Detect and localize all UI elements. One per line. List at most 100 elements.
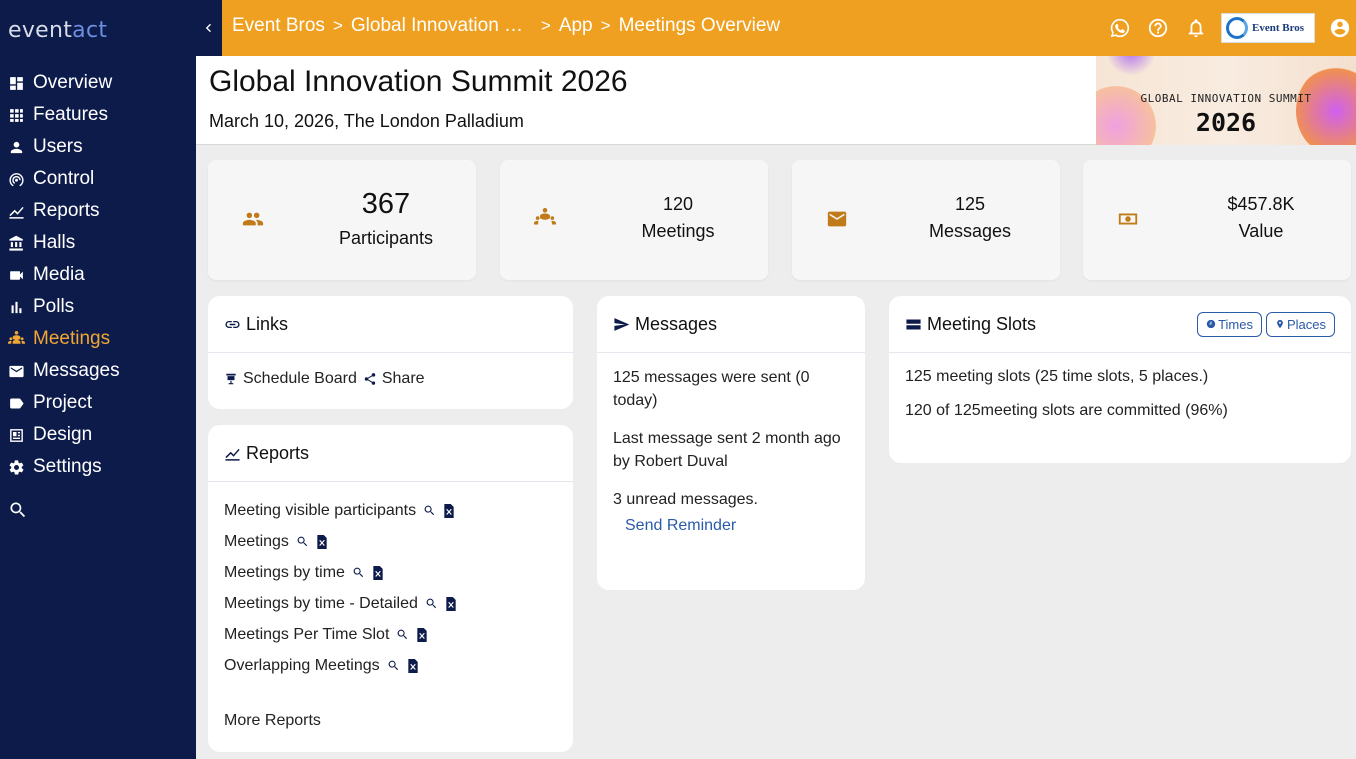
- search-icon[interactable]: [425, 597, 438, 610]
- excel-icon[interactable]: [407, 658, 419, 673]
- stat-label: Participants: [338, 228, 434, 248]
- more-reports-link[interactable]: More Reports: [224, 712, 557, 730]
- stat-value: 120: [662, 194, 694, 214]
- sidebar-item-project[interactable]: Project: [0, 387, 196, 419]
- sidebar-item-meetings[interactable]: Meetings: [0, 323, 196, 355]
- top-actions: Event Bros: [1101, 0, 1356, 56]
- board-icon: [226, 373, 236, 385]
- chevron-left-icon: [205, 23, 211, 33]
- broadcast-icon: [8, 171, 25, 188]
- pin-icon: [1277, 319, 1283, 329]
- reports-panel: Reports Meeting visible participants Mee…: [208, 425, 573, 752]
- search-icon[interactable]: [352, 566, 365, 579]
- sidebar-nav: Overview Features Users Control Reports …: [0, 67, 196, 483]
- sidebar-item-features[interactable]: Features: [0, 99, 196, 131]
- banner-year: 2026: [1195, 108, 1257, 137]
- group-icon: [534, 208, 556, 230]
- stat-label: Messages: [928, 221, 1012, 241]
- excel-icon[interactable]: [316, 534, 328, 549]
- collapse-sidebar-button[interactable]: [196, 0, 222, 56]
- stat-label: Value: [1238, 221, 1284, 241]
- excel-icon[interactable]: [445, 596, 457, 611]
- breadcrumb-current: Meetings Overview: [618, 15, 781, 36]
- sidebar-item-settings[interactable]: Settings: [0, 451, 196, 483]
- report-link[interactable]: Meeting visible participants: [224, 502, 416, 520]
- schedule-board-link[interactable]: Schedule Board: [224, 370, 357, 388]
- panel-header: Links: [208, 296, 573, 353]
- report-item: Meetings: [224, 526, 557, 557]
- people-icon: [8, 330, 25, 348]
- last-message-text: Last message sent 2 month ago by Robert …: [613, 430, 841, 470]
- bar-chart-icon: [8, 299, 25, 316]
- mail-icon: [826, 208, 848, 230]
- event-subtitle: March 10, 2026, The London Palladium: [209, 111, 524, 131]
- panel-header: Messages: [597, 296, 865, 353]
- links-panel: Links Schedule Board Share: [208, 296, 573, 409]
- breadcrumb-event-bros[interactable]: Event Bros: [232, 15, 325, 37]
- slots-count-text: 125 meeting slots (25 time slots, 5 plac…: [905, 368, 1209, 385]
- excel-icon[interactable]: [443, 503, 455, 518]
- times-button[interactable]: Times: [1197, 311, 1262, 337]
- slots-committed-text: 120 of 125meeting slots are committed (9…: [905, 402, 1228, 419]
- page-title: Global Innovation Summit 2026: [209, 65, 628, 98]
- places-button[interactable]: Places: [1265, 311, 1335, 337]
- slots-icon: [905, 315, 923, 333]
- reports-list: Meeting visible participants Meetings Me…: [208, 482, 573, 746]
- sidebar-item-control[interactable]: Control: [0, 163, 196, 195]
- label-icon: [8, 395, 25, 412]
- brand-logo-mark: [1226, 17, 1248, 39]
- report-link[interactable]: Meetings Per Time Slot: [224, 626, 389, 644]
- report-link[interactable]: Overlapping Meetings: [224, 657, 380, 675]
- report-link[interactable]: Meetings by time - Detailed: [224, 595, 418, 613]
- brand-logo[interactable]: Event Bros: [1221, 13, 1315, 43]
- video-icon: [8, 267, 25, 284]
- sidebar-item-overview[interactable]: Overview: [0, 67, 196, 99]
- breadcrumb-app[interactable]: App: [559, 15, 593, 37]
- search-icon[interactable]: [387, 659, 400, 672]
- sidebar-item-media[interactable]: Media: [0, 259, 196, 291]
- search-icon[interactable]: [296, 535, 309, 548]
- stat-label: Meetings: [641, 221, 715, 241]
- send-reminder-link[interactable]: Send Reminder: [625, 517, 849, 535]
- sidebar-item-reports[interactable]: Reports: [0, 195, 196, 227]
- report-link[interactable]: Meetings by time: [224, 564, 345, 582]
- sidebar-item-users[interactable]: Users: [0, 131, 196, 163]
- stat-card-participants: 367 Participants: [208, 160, 476, 280]
- account-icon[interactable]: [1328, 16, 1352, 40]
- grid-icon: [8, 107, 25, 124]
- sidebar-item-halls[interactable]: Halls: [0, 227, 196, 259]
- money-icon: [1117, 208, 1139, 230]
- sidebar-item-design[interactable]: Design: [0, 419, 196, 451]
- event-banner: GLOBAL INNOVATION SUMMIT 2026: [1096, 56, 1356, 145]
- gear-icon: [8, 459, 25, 476]
- chart-icon: [224, 444, 242, 462]
- share-icon: [364, 373, 376, 385]
- meeting-slots-panel: Meeting Slots Times Places 125 meeting s…: [889, 296, 1351, 463]
- sidebar-item-messages[interactable]: Messages: [0, 355, 196, 387]
- dashboard-icon: [8, 75, 25, 92]
- share-link[interactable]: Share: [363, 370, 425, 388]
- design-icon: [8, 427, 25, 444]
- building-icon: [8, 235, 25, 252]
- search-icon[interactable]: [8, 500, 28, 520]
- excel-icon[interactable]: [416, 627, 428, 642]
- breadcrumb: Event Bros > Global Innovation Summit 20…: [232, 15, 780, 37]
- app-logo[interactable]: eventact: [8, 18, 107, 43]
- banner-title: GLOBAL INNOVATION SUMMIT: [1140, 92, 1312, 105]
- whatsapp-icon[interactable]: [1108, 16, 1132, 40]
- breadcrumb-event[interactable]: Global Innovation Summit 2026: [351, 15, 533, 37]
- send-icon: [613, 315, 631, 333]
- report-link[interactable]: Meetings: [224, 533, 289, 551]
- bell-icon[interactable]: [1184, 16, 1208, 40]
- clock-icon: [1206, 319, 1216, 329]
- sidebar-item-polls[interactable]: Polls: [0, 291, 196, 323]
- help-icon[interactable]: [1146, 16, 1170, 40]
- messages-summary: 125 messages were sent (0 today) Last me…: [597, 353, 865, 551]
- event-header: Global Innovation Summit 2026 March 10, …: [196, 56, 1356, 145]
- breadcrumb-separator: >: [540, 16, 551, 35]
- search-icon[interactable]: [396, 628, 409, 641]
- search-icon[interactable]: [423, 504, 436, 517]
- stat-card-value: $457.8K Value: [1083, 160, 1351, 280]
- breadcrumb-separator: >: [332, 16, 343, 35]
- excel-icon[interactable]: [372, 565, 384, 580]
